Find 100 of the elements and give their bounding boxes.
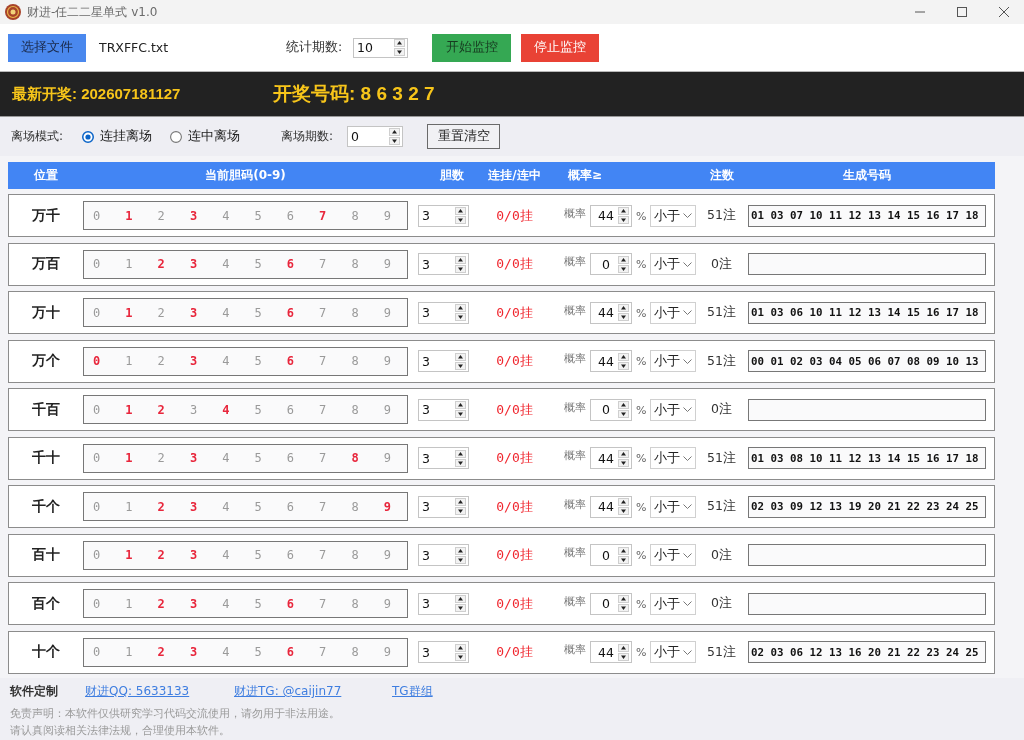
count-spinbox[interactable]: 3 [418, 641, 469, 663]
up-arrow-icon[interactable] [455, 352, 466, 361]
count-spinbox[interactable]: 3 [418, 544, 469, 566]
maximize-icon[interactable] [957, 7, 967, 17]
numbers-field[interactable]: 02 03 09 12 13 19 20 21 22 23 24 25 [748, 495, 986, 518]
chevron-down-icon[interactable] [683, 261, 693, 267]
comparison-select[interactable]: 小于 [650, 301, 697, 324]
up-arrow-icon[interactable] [455, 449, 466, 458]
reset-button[interactable]: 重置清空 [427, 124, 500, 149]
chevron-down-icon[interactable] [683, 601, 693, 606]
up-arrow-icon[interactable] [455, 304, 466, 312]
rate-spinbox[interactable]: 44 [590, 204, 632, 227]
comparison-select[interactable]: 小于 [650, 495, 697, 518]
comparison-select[interactable]: 小于 [650, 204, 697, 227]
comparison-select[interactable]: 小于 [650, 544, 697, 566]
count-spinbox[interactable]: 3 [418, 204, 469, 227]
count-spinbox[interactable]: 3 [418, 447, 469, 469]
up-arrow-icon[interactable] [389, 128, 400, 136]
radio-option[interactable]: 连中离场 [170, 128, 281, 145]
up-arrow-icon[interactable] [618, 449, 629, 458]
up-arrow-icon[interactable] [455, 546, 466, 555]
up-arrow-icon[interactable] [618, 207, 629, 215]
chevron-down-icon[interactable] [683, 455, 693, 461]
radio-icon[interactable] [170, 130, 182, 143]
chevron-down-icon[interactable] [683, 504, 693, 509]
down-arrow-icon[interactable] [455, 507, 466, 515]
close-icon[interactable] [999, 7, 1009, 17]
up-arrow-icon[interactable] [455, 595, 466, 603]
numbers-field[interactable] [748, 592, 986, 615]
down-arrow-icon[interactable] [394, 48, 405, 56]
numbers-field[interactable]: 01 03 07 10 11 12 13 14 15 16 17 18 [748, 204, 986, 227]
count-spinbox[interactable]: 3 [418, 301, 469, 324]
chevron-down-icon[interactable] [683, 213, 693, 218]
chevron-down-icon[interactable] [683, 358, 693, 364]
down-arrow-icon[interactable] [618, 313, 629, 321]
up-arrow-icon[interactable] [618, 498, 629, 506]
contact-link[interactable]: 财进TG: @caijin77 [234, 683, 342, 700]
comparison-select[interactable]: 小于 [650, 253, 697, 275]
rate-spinbox[interactable]: 0 [590, 544, 632, 566]
down-arrow-icon[interactable] [618, 507, 629, 515]
exit-periods-spinbox[interactable]: 0 [347, 126, 403, 147]
numbers-field[interactable]: 01 03 08 10 11 12 13 14 15 16 17 18 [748, 447, 986, 469]
contact-link[interactable]: 财进QQ: 5633133 [85, 683, 190, 700]
down-arrow-icon[interactable] [455, 458, 466, 467]
down-arrow-icon[interactable] [455, 410, 466, 418]
up-arrow-icon[interactable] [618, 546, 629, 555]
down-arrow-icon[interactable] [618, 410, 629, 418]
chevron-down-icon[interactable] [683, 649, 693, 655]
down-arrow-icon[interactable] [455, 652, 466, 661]
numbers-field[interactable]: 01 03 06 10 11 12 13 14 15 16 17 18 [748, 301, 986, 324]
up-arrow-icon[interactable] [455, 498, 466, 506]
up-arrow-icon[interactable] [455, 255, 466, 264]
up-arrow-icon[interactable] [455, 643, 466, 652]
numbers-field[interactable] [748, 544, 986, 566]
down-arrow-icon[interactable] [455, 216, 466, 224]
numbers-field[interactable]: 00 01 02 03 04 05 06 07 08 09 10 13 [748, 350, 986, 372]
down-arrow-icon[interactable] [618, 264, 629, 273]
up-arrow-icon[interactable] [455, 401, 466, 409]
comparison-select[interactable]: 小于 [650, 592, 697, 615]
contact-link[interactable]: TG群组 [392, 683, 433, 700]
down-arrow-icon[interactable] [455, 604, 466, 612]
up-arrow-icon[interactable] [455, 207, 466, 215]
rate-spinbox[interactable]: 0 [590, 592, 632, 615]
select-file-button[interactable]: 选择文件 [8, 33, 86, 62]
down-arrow-icon[interactable] [618, 555, 629, 564]
stop-monitor-button[interactable]: 停止监控 [521, 33, 599, 62]
down-arrow-icon[interactable] [618, 604, 629, 612]
down-arrow-icon[interactable] [455, 555, 466, 564]
chevron-down-icon[interactable] [683, 310, 693, 315]
down-arrow-icon[interactable] [618, 216, 629, 224]
start-monitor-button[interactable]: 开始监控 [432, 33, 511, 62]
numbers-field[interactable]: 02 03 06 12 13 16 20 21 22 23 24 25 [748, 641, 986, 663]
up-arrow-icon[interactable] [618, 352, 629, 361]
down-arrow-icon[interactable] [389, 137, 400, 145]
chevron-down-icon[interactable] [683, 407, 693, 412]
up-arrow-icon[interactable] [618, 595, 629, 603]
radio-icon[interactable] [82, 130, 94, 143]
rate-spinbox[interactable]: 44 [590, 447, 632, 469]
down-arrow-icon[interactable] [618, 458, 629, 467]
comparison-select[interactable]: 小于 [650, 398, 697, 421]
count-spinbox[interactable]: 3 [418, 495, 469, 518]
chevron-down-icon[interactable] [683, 552, 693, 558]
up-arrow-icon[interactable] [618, 401, 629, 409]
radio-option[interactable]: 连挂离场 [82, 128, 170, 145]
numbers-field[interactable] [748, 253, 986, 275]
comparison-select[interactable]: 小于 [650, 350, 697, 372]
rate-spinbox[interactable]: 44 [590, 301, 632, 324]
up-arrow-icon[interactable] [618, 304, 629, 312]
rate-spinbox[interactable]: 0 [590, 253, 632, 275]
up-arrow-icon[interactable] [618, 255, 629, 264]
count-spinbox[interactable]: 3 [418, 350, 469, 372]
rate-spinbox[interactable]: 44 [590, 641, 632, 663]
down-arrow-icon[interactable] [455, 264, 466, 273]
up-arrow-icon[interactable] [618, 643, 629, 652]
rate-spinbox[interactable]: 0 [590, 398, 632, 421]
down-arrow-icon[interactable] [618, 361, 629, 370]
count-spinbox[interactable]: 3 [418, 398, 469, 421]
count-spinbox[interactable]: 3 [418, 592, 469, 615]
period-spinbox[interactable]: 10 [353, 37, 408, 58]
up-arrow-icon[interactable] [394, 39, 405, 47]
